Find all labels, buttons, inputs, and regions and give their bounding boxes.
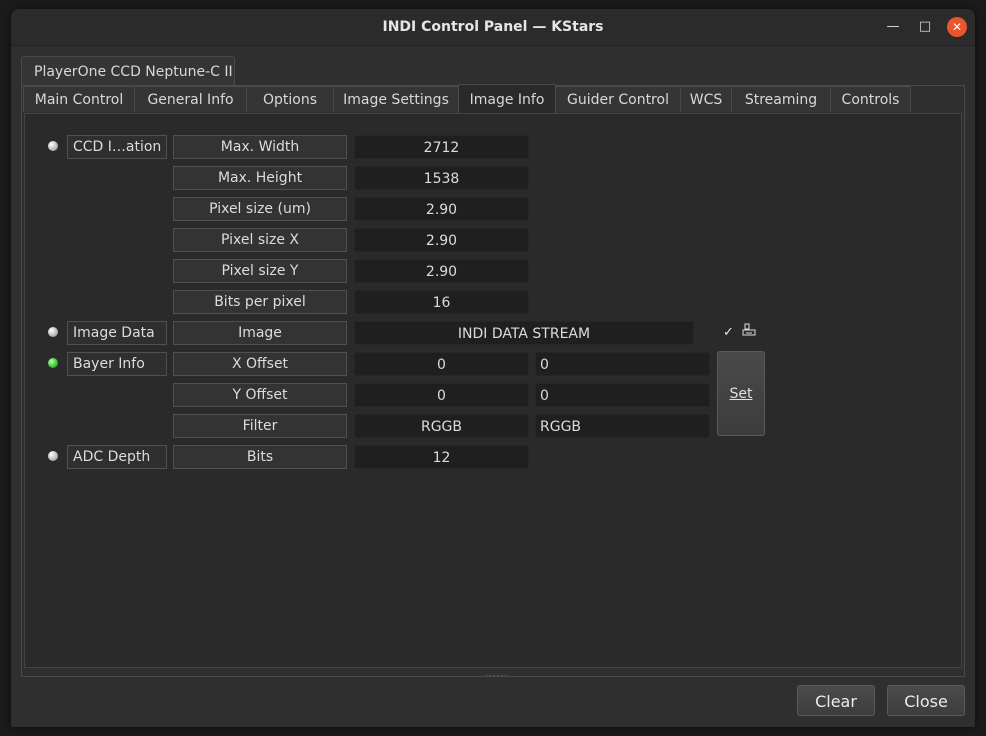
x-offset-input[interactable]: 0 [535, 352, 710, 376]
adc-depth-group-label: ADC Depth [67, 445, 167, 469]
image-data-status-led [48, 327, 58, 337]
pixel-size-x-label: Pixel size X [173, 228, 347, 252]
download-icon[interactable] [742, 323, 756, 337]
tab-image-settings[interactable]: Image Settings [333, 86, 459, 112]
maximize-icon[interactable]: □ [915, 17, 935, 37]
splitter-handle[interactable]: ...... [485, 669, 508, 679]
filter-label: Filter [173, 414, 347, 438]
indi-control-panel-window: INDI Control Panel — KStars — □ ✕ Player… [11, 9, 975, 727]
filter-value: RGGB [354, 414, 529, 438]
tab-wcs[interactable]: WCS [680, 86, 732, 112]
window-title: INDI Control Panel — KStars [382, 19, 604, 35]
max-width-label: Max. Width [173, 135, 347, 159]
pixel-size-y-value: 2.90 [354, 259, 529, 283]
adc-depth-status-led [48, 451, 58, 461]
y-offset-input[interactable]: 0 [535, 383, 710, 407]
close-button[interactable]: Close [887, 685, 965, 716]
tab-main-control[interactable]: Main Control [23, 86, 135, 112]
pixel-size-y-label: Pixel size Y [173, 259, 347, 283]
y-offset-value: 0 [354, 383, 529, 407]
tab-image-info[interactable]: Image Info [458, 84, 556, 114]
check-icon[interactable]: ✓ [723, 325, 734, 340]
max-width-value: 2712 [354, 135, 529, 159]
close-icon[interactable]: ✕ [947, 17, 967, 37]
set-button[interactable]: Set [717, 351, 765, 436]
image-data-group-label: Image Data [67, 321, 167, 345]
bits-per-pixel-label: Bits per pixel [173, 290, 347, 314]
tab-general-info[interactable]: General Info [134, 86, 247, 112]
bayer-info-status-led [48, 358, 58, 368]
adc-bits-value: 12 [354, 445, 529, 469]
bayer-info-group-label: Bayer Info [67, 352, 167, 376]
ccd-info-status-led [48, 141, 58, 151]
tab-guider-control[interactable]: Guider Control [555, 86, 681, 112]
tab-controls[interactable]: Controls [830, 86, 911, 112]
device-tab[interactable]: PlayerOne CCD Neptune-C II [21, 56, 235, 86]
adc-bits-label: Bits [173, 445, 347, 469]
clear-button[interactable]: Clear [797, 685, 875, 716]
set-button-label: Set [729, 386, 753, 402]
x-offset-label: X Offset [173, 352, 347, 376]
max-height-label: Max. Height [173, 166, 347, 190]
tab-streaming[interactable]: Streaming [731, 86, 831, 112]
x-offset-value: 0 [354, 352, 529, 376]
bits-per-pixel-value: 16 [354, 290, 529, 314]
tab-options[interactable]: Options [246, 86, 334, 112]
y-offset-label: Y Offset [173, 383, 347, 407]
pixel-size-label: Pixel size (um) [173, 197, 347, 221]
minimize-icon[interactable]: — [883, 17, 903, 37]
ccd-info-group-label: CCD I…ation [67, 135, 167, 159]
image-value: INDI DATA STREAM [354, 321, 694, 345]
title-bar: INDI Control Panel — KStars — □ ✕ [11, 9, 975, 46]
max-height-value: 1538 [354, 166, 529, 190]
image-label: Image [173, 321, 347, 345]
filter-input[interactable]: RGGB [535, 414, 710, 438]
pixel-size-value: 2.90 [354, 197, 529, 221]
pixel-size-x-value: 2.90 [354, 228, 529, 252]
